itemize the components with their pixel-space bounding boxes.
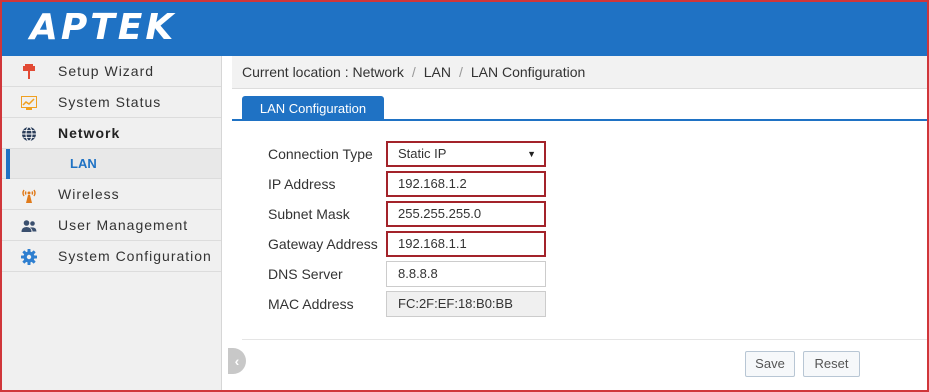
subnet-mask-row: Subnet Mask 255.255.255.0 [268, 199, 568, 227]
sidebar-item-label: System Configuration [58, 248, 212, 264]
sidebar-item-label: Wireless [58, 186, 120, 202]
sidebar-subitem-lan[interactable]: LAN [2, 149, 221, 179]
save-button[interactable]: Save [745, 351, 795, 377]
breadcrumb-bar: Current location : Network / LAN / LAN Confi… [232, 56, 927, 89]
breadcrumb: Current location : Network / LAN / LAN Confi… [242, 56, 585, 89]
status-chart-icon [20, 95, 38, 111]
ip-address-input[interactable]: 192.168.1.2 [386, 171, 546, 197]
mac-address-field: FC:2F:EF:18:B0:BB [386, 291, 546, 317]
sidebar-item-wireless[interactable]: Wireless [2, 179, 221, 210]
ip-address-row: IP Address 192.168.1.2 [268, 169, 568, 197]
sidebar: Setup Wizard System Status Network LAN W… [2, 56, 222, 390]
app-window: APTEK Setup Wizard System Status Network… [0, 0, 929, 392]
footer-divider [242, 339, 927, 340]
subnet-mask-input[interactable]: 255.255.255.0 [386, 201, 546, 227]
sidebar-item-label: Network [58, 125, 121, 141]
users-icon [20, 218, 38, 234]
gateway-row: Gateway Address 192.168.1.1 [268, 229, 568, 257]
ip-address-label: IP Address [268, 176, 336, 192]
sidebar-item-network[interactable]: Network [2, 118, 221, 149]
mac-address-label: MAC Address [268, 296, 354, 312]
sidebar-item-setup-wizard[interactable]: Setup Wizard [2, 56, 221, 87]
dropdown-caret-icon: ▼ [527, 149, 536, 159]
sidebar-item-label: System Status [58, 94, 162, 110]
sidebar-item-system-configuration[interactable]: System Configuration [2, 241, 221, 272]
brand-logo: APTEK [30, 6, 176, 50]
tab-bar: LAN Configuration [232, 95, 927, 121]
wizard-icon [20, 64, 38, 80]
selected-marker [6, 149, 10, 179]
breadcrumb-lan[interactable]: LAN [424, 64, 451, 80]
sidebar-item-label: User Management [58, 217, 189, 233]
breadcrumb-prefix: Current location : [242, 64, 353, 80]
dns-server-label: DNS Server [268, 266, 343, 282]
sidebar-item-label: Setup Wizard [58, 63, 155, 79]
mac-address-row: MAC Address FC:2F:EF:18:B0:BB [268, 289, 568, 317]
gateway-input[interactable]: 192.168.1.1 [386, 231, 546, 257]
sidebar-subitem-label: LAN [70, 156, 97, 171]
chevron-left-icon: ‹ [234, 353, 240, 369]
wireless-antenna-icon [20, 187, 38, 203]
gear-icon [20, 249, 38, 265]
breadcrumb-separator: / [411, 64, 416, 80]
gateway-label: Gateway Address [268, 236, 378, 252]
reset-button[interactable]: Reset [803, 351, 860, 377]
breadcrumb-network[interactable]: Network [353, 64, 404, 80]
sidebar-item-system-status[interactable]: System Status [2, 87, 221, 118]
sidebar-collapse-handle[interactable]: ‹ [228, 348, 246, 374]
connection-type-row: Connection Type Static IP ▼ [268, 139, 568, 167]
dns-server-input[interactable]: 8.8.8.8 [386, 261, 546, 287]
subnet-mask-label: Subnet Mask [268, 206, 350, 222]
top-header: APTEK [2, 2, 927, 56]
connection-type-label: Connection Type [268, 146, 373, 162]
breadcrumb-separator: / [458, 64, 463, 80]
globe-icon [20, 126, 38, 142]
dns-server-row: DNS Server 8.8.8.8 [268, 259, 568, 287]
brand-logo-text: APTEK [30, 7, 177, 48]
connection-type-value: Static IP [398, 146, 447, 161]
tab-lan-configuration[interactable]: LAN Configuration [242, 96, 384, 121]
breadcrumb-current: LAN Configuration [470, 64, 586, 80]
connection-type-select[interactable]: Static IP ▼ [386, 141, 546, 167]
sidebar-item-user-management[interactable]: User Management [2, 210, 221, 241]
